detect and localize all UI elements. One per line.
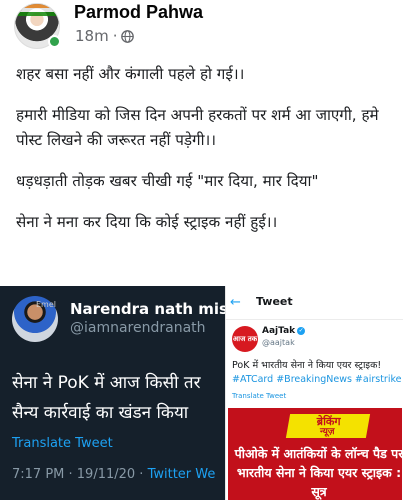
- tweet-screenshot-light[interactable]: ← Tweet आज तक AajTak ✓ @aajtak PoK में भा…: [225, 286, 403, 500]
- author-name-text: AajTak: [262, 326, 296, 336]
- tweet-source: Twitter We: [147, 467, 216, 482]
- globe-icon[interactable]: [121, 29, 135, 43]
- tweet-meta: 7:17 PM · 19/11/20 · Twitter We: [12, 467, 215, 482]
- translate-tweet-link: Translate Tweet: [12, 436, 113, 451]
- news-label: न्यूज़: [319, 426, 335, 437]
- author-name[interactable]: Parmod Pahwa: [74, 2, 203, 23]
- flag-overlay: [15, 4, 59, 16]
- tweet-avatar: Emel: [12, 296, 58, 342]
- back-arrow-icon: ←: [230, 295, 241, 310]
- aajtak-logo: आज तक: [232, 326, 258, 352]
- post-time[interactable]: 18m: [75, 27, 109, 45]
- breaking-news-banner: ब्रेकिंग न्यूज़: [285, 414, 371, 438]
- tweet-page-title: Tweet: [256, 295, 293, 308]
- tweet-timestamp: 7:17 PM · 19/11/20 ·: [12, 467, 148, 482]
- post-paragraph-4: सेना ने मना कर दिया कि कोई स्ट्राइक नहीं…: [16, 213, 278, 231]
- breaking-label: ब्रेकिंग: [316, 414, 341, 428]
- tweet-hashtags: #ATCard #BreakingNews #airstrike: [232, 374, 402, 385]
- post-paragraph-2: हमारी मीडिया को जिस दिन अपनी हरकतों पर श…: [16, 106, 379, 149]
- tweet-text: सेना ने PoK में आज किसी तर सैन्य कार्रवा…: [12, 368, 225, 428]
- tweet-author-name: Narendra nath mishr: [70, 300, 225, 318]
- tweet-author-handle: @iamnarendranath: [70, 320, 206, 336]
- translate-tweet-link: Translate Tweet: [232, 392, 287, 400]
- avatar-badge-text: Emel: [36, 300, 56, 309]
- post-header: Parmod Pahwa 18m ·: [0, 0, 403, 52]
- breaking-news-headline: पीओके में आतंकियों के लॉन्च पैड पर भारती…: [234, 446, 402, 499]
- tweet-topbar: ← Tweet: [226, 286, 403, 320]
- tweet-text-line: PoK में भारतीय सेना ने किया एयर स्ट्राइक…: [232, 360, 382, 371]
- online-status-icon: [48, 35, 61, 48]
- tweet-screenshot-dark[interactable]: Emel Narendra nath mishr @iamnarendranat…: [0, 286, 225, 500]
- post-paragraph-1: शहर बसा नहीं और कंगाली पहले हो गई।।: [16, 65, 245, 83]
- tweet-author-handle: @aajtak: [262, 338, 295, 347]
- tweet-author-name: AajTak ✓: [262, 326, 306, 336]
- tweet-text-line-1: सेना ने PoK में आज किसी तर: [12, 373, 201, 393]
- breaking-news-image: ब्रेकिंग न्यूज़ पीओके में आतंकियों के लॉ…: [228, 408, 402, 500]
- tweet-text: PoK में भारतीय सेना ने किया एयर स्ट्राइक…: [232, 359, 402, 387]
- post-text: शहर बसा नहीं और कंगाली पहले हो गई।। हमार…: [16, 62, 396, 251]
- tweet-text-line-2: सैन्य कार्रवाई का खंडन किया: [12, 403, 189, 423]
- post-meta: 18m ·: [75, 27, 135, 45]
- verified-icon: ✓: [297, 326, 306, 335]
- meta-separator: ·: [112, 27, 118, 45]
- post-paragraph-3: धड़धड़ाती तोड़क खबर चीखी गई "मार दिया, म…: [16, 172, 319, 190]
